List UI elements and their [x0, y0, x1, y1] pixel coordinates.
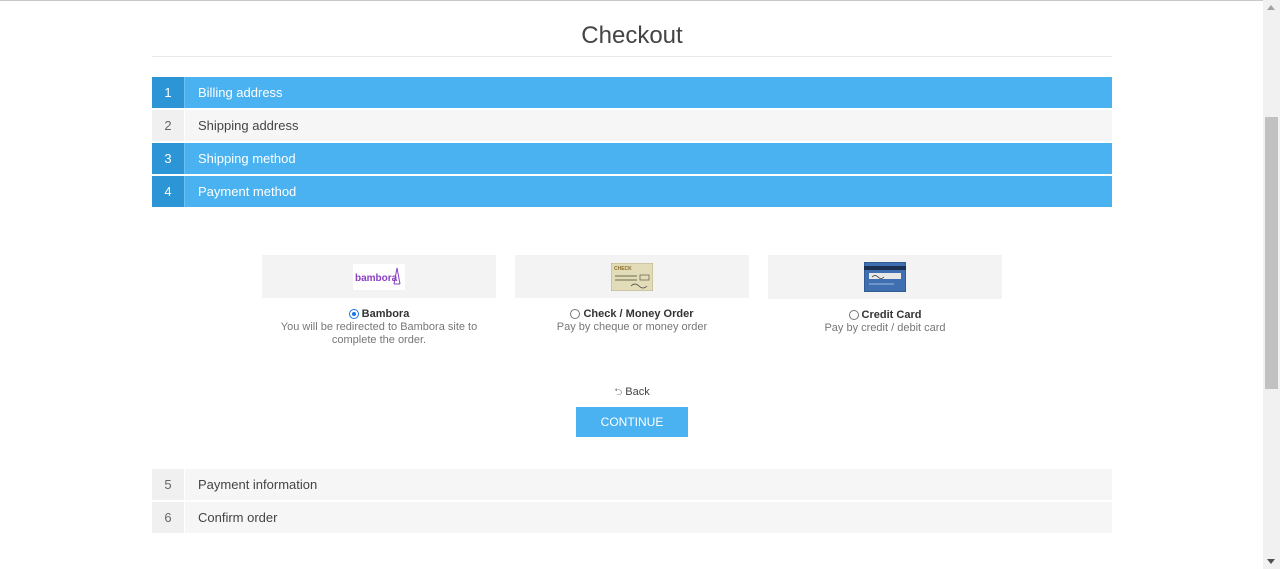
method-name: Check / Money Order	[583, 308, 694, 320]
step-label: Payment method	[198, 184, 297, 199]
step-label: Billing address	[198, 85, 283, 100]
payment-method-check[interactable]: CHECK Check / Money Order Pay by cheque …	[515, 255, 749, 347]
bambora-logo-text: bambora	[355, 273, 398, 284]
scrollbar-thumb[interactable]	[1265, 117, 1278, 389]
step-number: 3	[152, 143, 185, 174]
method-description: Pay by credit / debit card	[824, 322, 946, 334]
method-description: Pay by cheque or money order	[556, 321, 708, 333]
scroll-down-arrow-icon[interactable]	[1267, 559, 1275, 564]
step-billing-address[interactable]: 1 Billing address	[152, 77, 1112, 108]
back-label: Back	[625, 386, 650, 398]
step-shipping-address[interactable]: 2 Shipping address	[152, 110, 1112, 141]
credit-card-icon	[864, 262, 906, 292]
step-number: 4	[152, 176, 185, 207]
step-shipping-method[interactable]: 3 Shipping method	[152, 143, 1112, 174]
method-name: Credit Card	[861, 309, 922, 321]
check-logo-text: CHECK	[614, 266, 632, 272]
method-name: Bambora	[361, 308, 410, 320]
step-confirm-order[interactable]: 6 Confirm order	[152, 502, 1112, 533]
credit-card-radio[interactable]	[848, 310, 859, 320]
checkout-steps-top: 1 Billing address 2 Shipping address 3 S…	[152, 77, 1112, 207]
step-label: Shipping address	[198, 118, 299, 133]
check-logo-icon: CHECK	[611, 262, 653, 291]
check-logo-box[interactable]: CHECK	[515, 255, 749, 298]
step-number: 5	[152, 469, 185, 500]
page-title: Checkout	[581, 22, 683, 49]
check-radio[interactable]	[570, 309, 581, 319]
step-number: 1	[152, 77, 185, 108]
method-description: You will be redirected to Bambora site t…	[280, 321, 478, 346]
checkout-page: Checkout 1 Billing address 2 Shipping ad…	[152, 0, 1112, 533]
step-label: Shipping method	[198, 151, 296, 166]
title-divider	[152, 56, 1112, 57]
payment-method-credit-card[interactable]: Credit Card Pay by credit / debit card	[768, 255, 1002, 347]
bambora-logo-box[interactable]: bambora	[262, 255, 496, 298]
continue-button[interactable]: CONTINUE	[576, 407, 688, 437]
step-label: Confirm order	[198, 510, 278, 525]
step-number: 2	[152, 110, 185, 141]
payment-methods: bambora Bambora You will be redirected t…	[262, 255, 1002, 347]
checkout-steps-bottom: 5 Payment information 6 Confirm order	[152, 469, 1112, 535]
step-payment-method[interactable]: 4 Payment method	[152, 176, 1112, 207]
step-number: 6	[152, 502, 185, 533]
bambora-logo-icon: bambora	[353, 263, 405, 290]
step-payment-information[interactable]: 5 Payment information	[152, 469, 1112, 500]
credit-card-logo-box[interactable]	[768, 255, 1002, 299]
payment-method-bambora[interactable]: bambora Bambora You will be redirected t…	[262, 255, 496, 347]
page-scrollbar[interactable]	[1263, 0, 1280, 569]
step-label: Payment information	[198, 477, 318, 492]
scroll-up-arrow-icon[interactable]	[1267, 5, 1275, 10]
back-link[interactable]: ⮌ Back	[152, 385, 1112, 402]
bambora-radio[interactable]	[348, 309, 359, 319]
back-arrow-icon: ⮌	[614, 387, 623, 398]
